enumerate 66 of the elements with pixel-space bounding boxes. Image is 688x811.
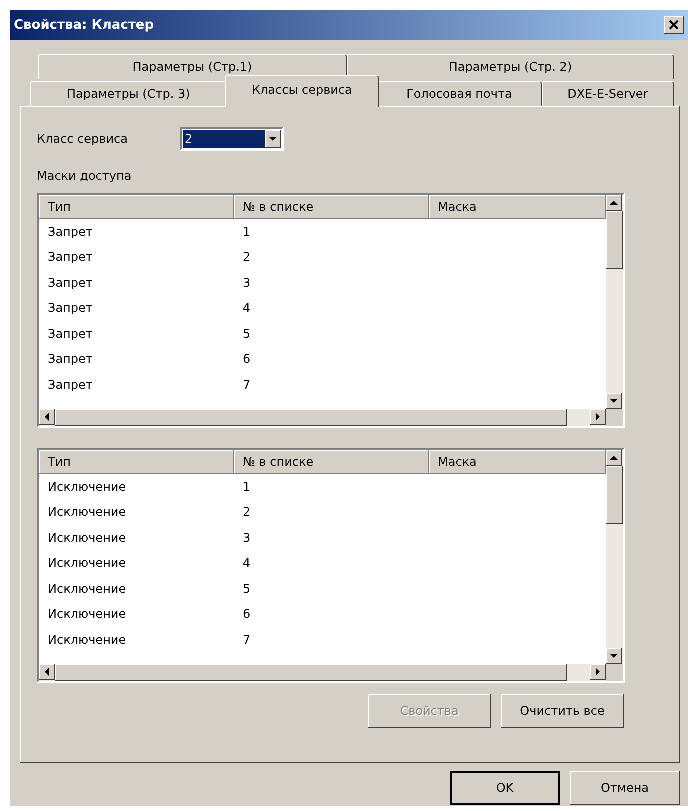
left-arrow-icon xyxy=(43,668,51,676)
horizontal-scrollbar[interactable] xyxy=(39,664,606,681)
up-arrow-icon xyxy=(610,454,618,462)
scrollbar-corner xyxy=(606,664,623,681)
left-arrow-icon xyxy=(43,413,51,421)
service-class-dropdown[interactable]: 2 xyxy=(180,127,284,151)
column-header[interactable]: Тип xyxy=(39,195,234,219)
table-cell-text: 5 xyxy=(242,326,252,341)
column-header[interactable]: № в списке xyxy=(234,195,429,219)
table-cell-text: Запрет xyxy=(47,352,94,366)
table-cell-text: 6 xyxy=(242,607,252,622)
table-cell-text: Исключение xyxy=(47,607,128,622)
column-header[interactable]: Тип xyxy=(39,450,234,474)
right-arrow-icon xyxy=(594,668,602,676)
table-cell-text: Исключение xyxy=(47,556,128,570)
field-label: Класс сервиса xyxy=(37,132,128,146)
table-cell-text: Запрет xyxy=(47,301,94,316)
tab[interactable]: Параметры (Стр.1) xyxy=(38,54,347,79)
table-cell-text: Исключение xyxy=(47,480,128,494)
action-button[interactable]: Очистить все xyxy=(501,694,624,728)
dialog-button[interactable]: Отмена xyxy=(570,771,680,805)
table-cell-text: 4 xyxy=(242,556,252,570)
dialog-button[interactable]: OK xyxy=(450,771,560,805)
table-cell-text: Запрет xyxy=(47,250,94,264)
table-cell-text: Исключение xyxy=(47,530,128,545)
horizontal-scrollbar[interactable] xyxy=(39,409,606,426)
tab[interactable]: Голосовая почта xyxy=(377,81,542,106)
tab[interactable]: Параметры (Стр. 2) xyxy=(346,54,674,79)
table-cell-text: 4 xyxy=(242,301,252,316)
table-cell-text: Запрет xyxy=(47,276,94,290)
table-cell-text: 3 xyxy=(242,530,252,545)
table-cell-text: 7 xyxy=(242,632,252,647)
table-cell-text: Запрет xyxy=(47,378,94,392)
table-cell-text: Исключение xyxy=(47,582,128,596)
window-title: Свойства: Кластер xyxy=(13,18,154,32)
table-cell-text: Исключение xyxy=(47,632,128,647)
mask-list[interactable]: Тип № в списке Маска Исключение 1 Исключение 2 Исключение 3 Исключение 4 Исключение 5 Исключение 6 Исключение 7 xyxy=(37,448,625,683)
table-cell-text: Запрет xyxy=(47,326,94,341)
mask-list[interactable]: Тип № в списке Маска Запрет 1 Запрет 2 Запрет 3 Запрет 4 Запрет 5 Запрет 6 Запрет 7 xyxy=(37,193,625,428)
table-cell-text: Исключение xyxy=(47,505,128,520)
table-cell-text: 2 xyxy=(242,505,252,520)
down-arrow-icon xyxy=(610,652,618,660)
column-header[interactable]: № в списке xyxy=(234,450,429,474)
table-cell-text: 1 xyxy=(242,224,252,239)
column-header[interactable]: Маска xyxy=(429,195,606,219)
close-icon xyxy=(669,20,679,30)
table-cell-text: 1 xyxy=(242,480,252,494)
column-header[interactable]: Маска xyxy=(429,450,606,474)
caret-icon xyxy=(268,135,277,143)
down-arrow-icon xyxy=(610,397,618,405)
table-cell-text: 3 xyxy=(242,276,252,290)
table-cell-text: 6 xyxy=(242,352,252,366)
table-cell-text: Запрет xyxy=(47,224,94,239)
close-button[interactable] xyxy=(664,16,684,34)
scrollbar-corner xyxy=(606,409,623,426)
up-arrow-icon xyxy=(610,199,618,207)
table-cell-text: 5 xyxy=(242,582,252,596)
section-label: Маски доступа xyxy=(37,169,133,183)
tab[interactable]: Классы сервиса xyxy=(225,75,380,107)
table-cell-text: 2 xyxy=(242,250,252,264)
vertical-scrollbar[interactable] xyxy=(606,450,623,664)
vertical-scrollbar[interactable] xyxy=(606,195,623,409)
tab[interactable]: Параметры (Стр. 3) xyxy=(30,81,228,106)
table-cell-text: 7 xyxy=(242,378,252,392)
tab[interactable]: DXE-E-Server xyxy=(542,81,674,106)
right-arrow-icon xyxy=(594,413,602,421)
